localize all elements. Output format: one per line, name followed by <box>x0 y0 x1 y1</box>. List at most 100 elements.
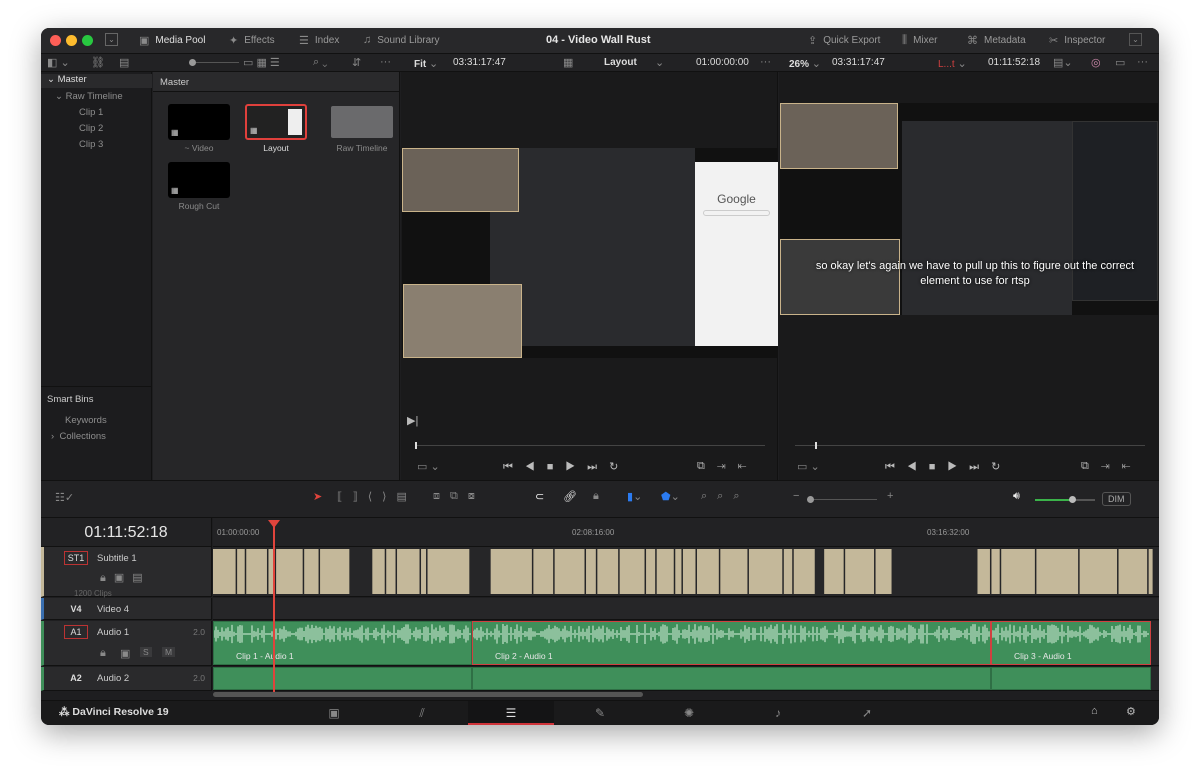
track-header-a2[interactable]: A2 Audio 2 2.0 <box>41 667 212 691</box>
playhead[interactable] <box>268 520 280 692</box>
subtitle-clips[interactable] <box>213 547 1159 596</box>
sidebar-toggle-icon[interactable]: ◧ ⌄ <box>47 56 70 69</box>
marker-icon[interactable]: ⬟⌄ <box>661 490 680 503</box>
source-scrubber[interactable] <box>415 442 765 449</box>
audio-clip[interactable] <box>472 667 991 690</box>
program-zoom-select[interactable]: 26% ⌄ <box>789 57 821 70</box>
source-viewer[interactable]: Google ▶| ▭ ⌄ ⏮◀■▶⏭↻ ⧉⇥⇤ <box>401 72 778 480</box>
home-icon[interactable]: ⌂ <box>1091 705 1098 717</box>
minimize-window-button[interactable] <box>66 35 77 46</box>
bin-clip-1[interactable]: Clip 1 <box>79 107 103 118</box>
metadata-button[interactable]: ⌘ Metadata <box>967 34 1026 47</box>
folder-icon[interactable] <box>331 106 393 138</box>
volume-slider[interactable] <box>1035 496 1095 503</box>
source-clip-select[interactable]: Layout <box>604 57 637 68</box>
quick-export-button[interactable]: ⇪ Quick Export <box>808 34 880 47</box>
page-deliver[interactable]: ➚ <box>824 701 910 725</box>
edit-controls[interactable]: ⧉⇥⇤ <box>1081 460 1142 473</box>
zoom-out-icon[interactable]: − <box>793 490 799 502</box>
program-viewer[interactable]: so okay let's again we have to pull up t… <box>779 72 1159 480</box>
video-track-4[interactable] <box>213 598 1159 620</box>
bin-clip-2[interactable]: Clip 2 <box>79 123 103 134</box>
view-mode-icon[interactable]: ▭ ⌄ <box>417 460 440 473</box>
clip-thumbnail-layout[interactable]: ▦ <box>245 104 307 140</box>
clip-thumbnail-rough-cut[interactable]: ▦ <box>168 162 230 198</box>
volume-icon[interactable]: 🔊︎ <box>1013 490 1020 503</box>
output-icon[interactable]: ▤⌄ <box>1053 56 1073 69</box>
audio-clip[interactable]: Clip 3 - Audio 1 <box>991 621 1151 665</box>
timeline-zoom-slider[interactable] <box>807 496 877 503</box>
audio-clip[interactable] <box>213 667 472 690</box>
page-color[interactable]: ✺ <box>646 701 732 725</box>
link-icon[interactable]: 🔗︎ <box>563 490 577 503</box>
timeline-scrollbar[interactable] <box>213 692 643 697</box>
audio-clip[interactable]: Clip 1 - Audio 1 <box>213 621 472 665</box>
view-options-icon[interactable]: ▭ ▦ ☰ <box>243 56 280 69</box>
source-zoom-select[interactable]: Fit ⌄ <box>414 57 438 70</box>
page-media[interactable]: ▣ <box>291 701 377 725</box>
solo-button[interactable]: S <box>140 647 152 657</box>
chevron-down-icon[interactable]: ⌄ <box>655 56 664 69</box>
sort-icon[interactable]: ⇵ <box>352 56 361 69</box>
viewer-mode-icon[interactable]: ▭ <box>1115 56 1125 69</box>
effects-button[interactable]: ✦ Effects <box>229 34 275 47</box>
audio-track-1[interactable]: Clip 1 - Audio 1 Clip 2 - Audio 1 Clip 3… <box>213 621 1159 666</box>
subtitle-track[interactable] <box>213 547 1159 597</box>
bin-clip-3[interactable]: Clip 3 <box>79 139 103 150</box>
track-header-a1[interactable]: A1 Audio 1 2.0 🔒︎ ▣ S M <box>41 621 212 666</box>
index-button[interactable]: ☰ Index <box>299 34 339 47</box>
timeline-ruler[interactable]: 01:00:00:00 02:08:16:00 03:16:32:00 <box>213 518 1159 547</box>
page-fusion[interactable]: ✎ <box>557 701 643 725</box>
more-options-icon[interactable]: ··· <box>380 56 391 68</box>
bin-master[interactable]: ⌄ Master <box>41 74 152 88</box>
page-edit[interactable]: ☰ <box>468 701 554 725</box>
smart-bin-collections[interactable]: › Collections <box>51 431 106 442</box>
caption-icon[interactable]: ▤ <box>119 56 129 69</box>
media-pool-button[interactable]: ▣ Media Pool <box>139 34 205 47</box>
audio-clip[interactable]: Clip 2 - Audio 1 <box>472 621 991 665</box>
timeline-options-icon[interactable]: ☷✓ <box>55 491 74 504</box>
close-window-button[interactable] <box>50 35 61 46</box>
lock-icon[interactable]: 🔒︎ <box>100 647 106 660</box>
thumbnail-size-slider[interactable] <box>189 59 239 66</box>
color-icon[interactable]: ◎ <box>1091 56 1101 69</box>
program-scrubber[interactable] <box>795 442 1145 449</box>
zoom-in-icon[interactable]: + <box>887 490 893 502</box>
page-cut[interactable]: ⫽ <box>379 701 465 725</box>
transport-controls[interactable]: ⏮◀■▶⏭↻ <box>885 460 1012 474</box>
view-mode-icon[interactable]: ▭ ⌄ <box>797 460 820 473</box>
zoom-view-icons[interactable]: ⌕⌕⌕ <box>701 490 749 503</box>
dim-button[interactable]: DIM <box>1102 492 1131 506</box>
search-icon[interactable]: ⌕ ⌄ <box>313 56 327 69</box>
mute-button[interactable]: M <box>162 647 176 657</box>
track-header-st1[interactable]: ST1 Subtitle 1 🔒︎▣▤ 1200 Clips <box>41 547 212 598</box>
track-controls[interactable]: 🔒︎▣▤ <box>100 571 151 585</box>
sound-library-button[interactable]: ♫ Sound Library <box>363 34 440 46</box>
unlink-icon[interactable]: ⛓ <box>91 56 105 69</box>
audio-track-2[interactable] <box>213 667 1159 691</box>
track-header-v4[interactable]: V4 Video 4 <box>41 598 212 620</box>
viewer-layout-icon[interactable]: ▦ <box>563 56 573 69</box>
zoom-window-button[interactable] <box>82 35 93 46</box>
smart-bin-keywords[interactable]: Keywords <box>65 415 107 426</box>
auto-select-icon[interactable]: ▣ <box>120 647 130 660</box>
program-track-select[interactable]: L...t ⌄ <box>938 57 967 70</box>
inspector-button[interactable]: ✂ Inspector <box>1049 34 1105 47</box>
edit-tools-icons[interactable]: ⟦⟧⟨⟩▤ <box>337 490 417 503</box>
mixer-button[interactable]: ⫼ Mixer <box>902 34 938 47</box>
clip-thumbnail-video[interactable]: ▦ <box>168 104 230 140</box>
lock-icon[interactable]: 🔒︎ <box>593 490 599 503</box>
settings-icon[interactable]: ⚙ <box>1126 705 1136 718</box>
workspace-menu-icon[interactable]: ⌄ <box>105 33 118 46</box>
flag-icon[interactable]: ▮⌄ <box>627 490 642 503</box>
insert-controls[interactable]: ⧉⇥⇤ <box>697 460 758 473</box>
audio-clip[interactable] <box>991 667 1151 690</box>
play-icon[interactable]: ▶| <box>407 414 418 427</box>
source-more-icon[interactable]: ··· <box>760 56 771 68</box>
snapping-icon[interactable]: ⊂ <box>535 490 544 503</box>
overwrite-tools-icons[interactable]: ⧈⧉⧇ <box>433 490 485 503</box>
page-fairlight[interactable]: ♪ <box>735 701 821 725</box>
transport-controls[interactable]: ⏮◀■▶⏭↻ <box>503 460 630 474</box>
program-more-icon[interactable]: ··· <box>1137 56 1148 68</box>
selection-tool-icon[interactable]: ➤ <box>313 490 322 503</box>
